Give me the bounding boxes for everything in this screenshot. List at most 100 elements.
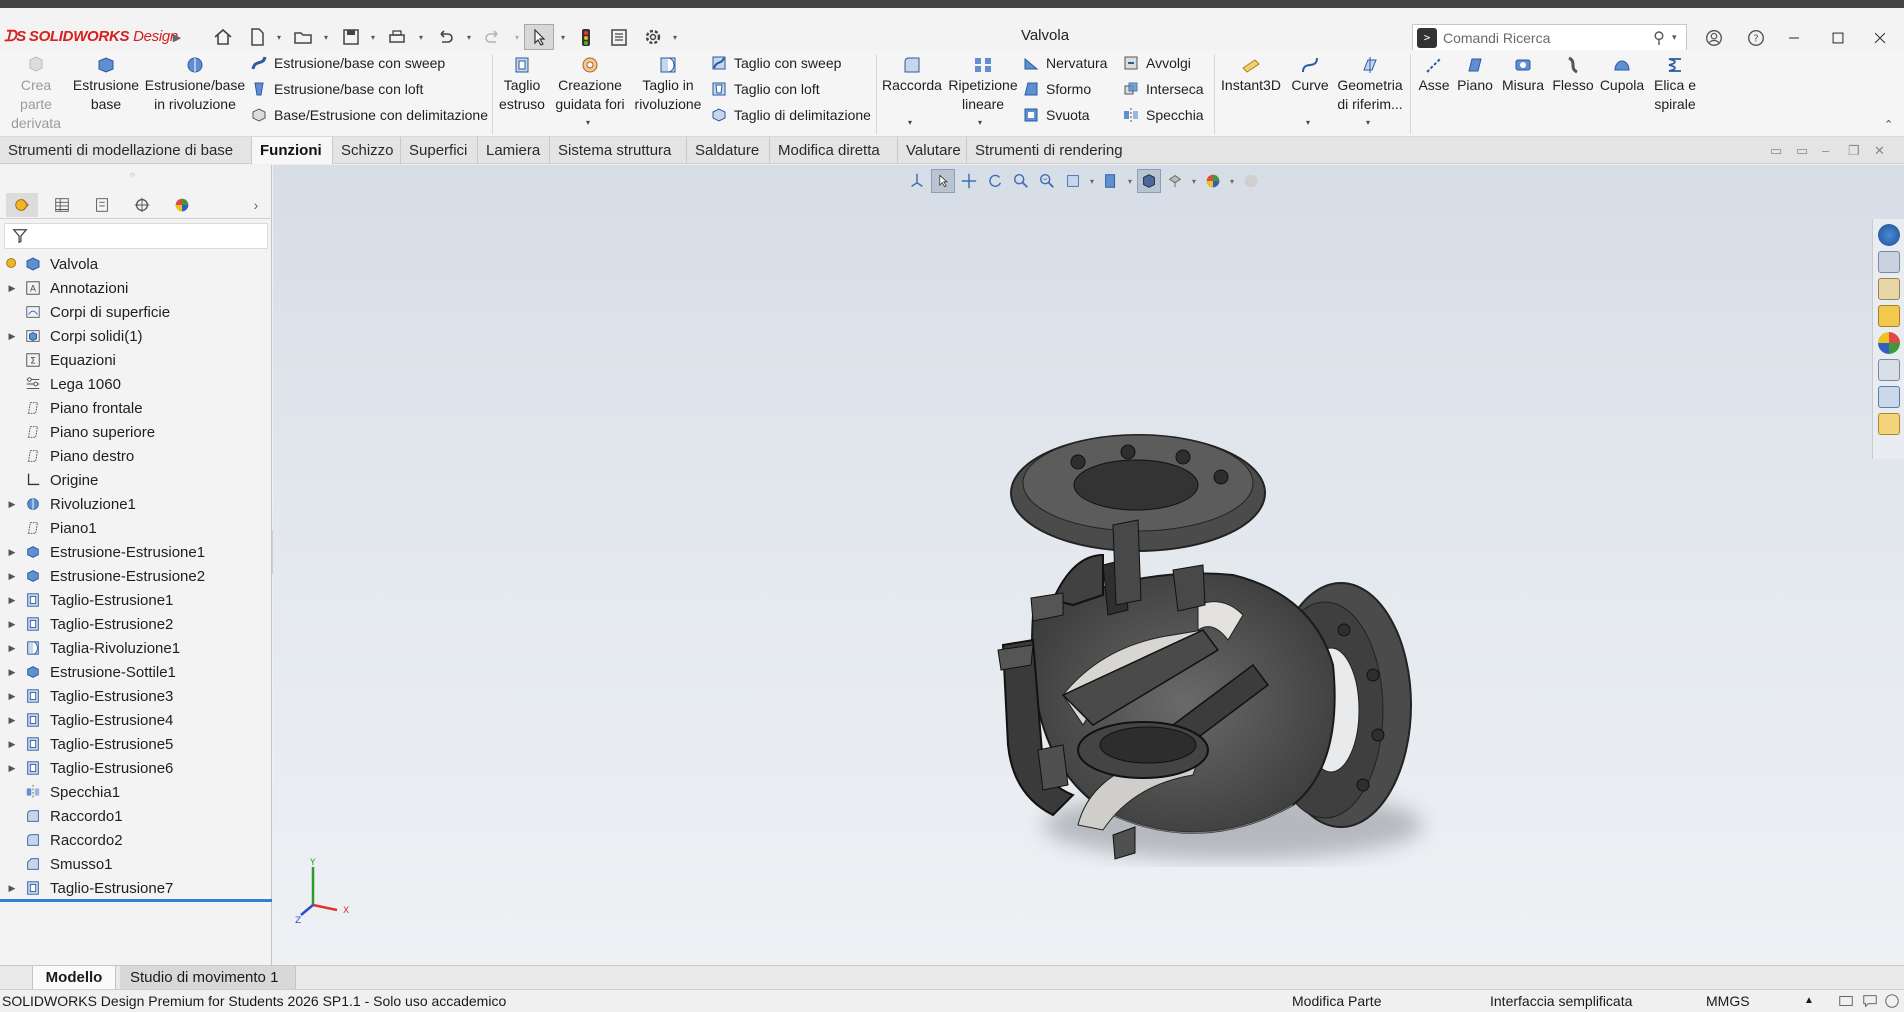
command-search[interactable]: > Comandi Ricerca ⚲ ▾ <box>1412 24 1687 51</box>
doc-minimize-icon[interactable]: – <box>1822 143 1838 159</box>
expand-chevron-icon[interactable]: ▶ <box>0 547 24 558</box>
svuota-button[interactable]: Svuota <box>1022 104 1090 126</box>
more-tabs-chevron-icon[interactable]: › <box>246 193 266 217</box>
tree-item[interactable]: ▶ Estrusione-Estrusione1 <box>0 540 272 564</box>
ripetizione-lineare-button[interactable]: Ripetizione lineare <box>946 54 1020 114</box>
curves-dropdown-icon[interactable]: ▾ <box>1306 118 1310 127</box>
taglio-loft-button[interactable]: Taglio con loft <box>710 78 820 100</box>
display-style-icon[interactable] <box>1137 169 1161 193</box>
undo-dropdown-icon[interactable]: ▾ <box>464 24 474 50</box>
options-gear-icon[interactable] <box>640 24 666 50</box>
previous-view-icon[interactable] <box>1061 169 1085 193</box>
maximize-icon[interactable] <box>1824 24 1852 52</box>
tree-item[interactable]: Lega 1060 <box>0 372 272 396</box>
reference-dropdown-icon[interactable]: ▾ <box>1366 118 1370 127</box>
help-icon[interactable]: ? <box>1742 24 1770 52</box>
tile-horizontal-icon[interactable]: ▭ <box>1770 143 1786 159</box>
redo-dropdown-icon[interactable]: ▾ <box>512 24 522 50</box>
pan-icon[interactable] <box>957 169 981 193</box>
tile-vertical-icon[interactable]: ▭ <box>1796 143 1812 159</box>
tree-item[interactable]: Piano destro <box>0 444 272 468</box>
tree-item[interactable]: Piano frontale <box>0 396 272 420</box>
status-help-icon[interactable] <box>1884 993 1900 1012</box>
tree-item[interactable]: ▶ Rivoluzione1 <box>0 492 272 516</box>
rollback-bar[interactable] <box>0 899 272 902</box>
rebuild-traffic-light-icon[interactable] <box>574 24 598 50</box>
comment-icon[interactable] <box>1862 993 1878 1012</box>
expand-chevron-icon[interactable]: ▶ <box>0 739 24 750</box>
tree-item[interactable]: ▶ Taglio-Estrusione1 <box>0 588 272 612</box>
select-dropdown-icon[interactable]: ▾ <box>558 24 568 50</box>
interface-mode-status[interactable]: Interfaccia semplificata <box>1490 993 1632 1009</box>
solidworks-labs-icon[interactable] <box>1877 413 1900 435</box>
menu-expand-icon[interactable]: ▶ <box>170 24 184 50</box>
pattern-dropdown-icon[interactable]: ▾ <box>978 118 982 127</box>
tree-item[interactable]: Valvola <box>0 252 272 276</box>
tree-item[interactable]: Specchia1 <box>0 780 272 804</box>
misura-button[interactable]: Misura <box>1500 54 1546 95</box>
tab-schizzo[interactable]: Schizzo <box>333 137 401 164</box>
feature-manager-tab-icon[interactable] <box>6 193 38 217</box>
tree-item[interactable]: ▶ Estrusione-Sottile1 <box>0 660 272 684</box>
print-dropdown-icon[interactable]: ▾ <box>416 24 426 50</box>
estrusione-loft-button[interactable]: Estrusione/base con loft <box>250 78 423 100</box>
tree-item[interactable]: Origine <box>0 468 272 492</box>
doc-close-icon[interactable]: ✕ <box>1874 143 1890 159</box>
options-dropdown-icon[interactable]: ▾ <box>670 24 680 50</box>
expand-chevron-icon[interactable]: ▶ <box>0 571 24 582</box>
taglio-rivoluzione-button[interactable]: Taglio in rivoluzione <box>630 54 706 114</box>
estrusione-sweep-button[interactable]: Estrusione/base con sweep <box>250 52 445 74</box>
expand-chevron-icon[interactable]: ▶ <box>0 283 24 294</box>
elica-spirale-button[interactable]: Elica e spirale <box>1650 54 1700 114</box>
units-dropdown-icon[interactable]: ▲ <box>1804 995 1814 1006</box>
rotate-icon[interactable] <box>983 169 1007 193</box>
tree-item[interactable]: ▶ Estrusione-Estrusione2 <box>0 564 272 588</box>
expand-chevron-icon[interactable]: ▶ <box>0 643 24 654</box>
tab-studio-movimento[interactable]: Studio di movimento 1 <box>120 966 296 990</box>
rebuild-status-icon[interactable] <box>1838 993 1854 1012</box>
save-dropdown-icon[interactable]: ▾ <box>368 24 378 50</box>
specchia-button[interactable]: Specchia <box>1122 104 1204 126</box>
tree-item[interactable]: ▶ Taglio-Estrusione4 <box>0 708 272 732</box>
piano-button[interactable]: Piano <box>1456 54 1494 95</box>
hide-show-dropdown-icon[interactable]: ▾ <box>1189 169 1199 193</box>
taglio-delimitazione-button[interactable]: Taglio di delimitazione <box>710 104 871 126</box>
section-dropdown-icon[interactable]: ▾ <box>1125 169 1135 193</box>
custom-properties-icon[interactable] <box>1877 359 1900 381</box>
tab-strumenti-modellazione[interactable]: Strumenti di modellazione di base <box>0 137 252 164</box>
undo-icon[interactable] <box>432 24 458 50</box>
tab-strumenti-rendering[interactable]: Strumenti di rendering <box>967 137 1139 164</box>
hide-show-icon[interactable] <box>1163 169 1187 193</box>
view-orientation-icon[interactable] <box>905 169 929 193</box>
new-dropdown-icon[interactable]: ▾ <box>274 24 284 50</box>
asse-button[interactable]: Asse <box>1416 54 1452 95</box>
view-dropdown-icon[interactable]: ▾ <box>1087 169 1097 193</box>
tree-item[interactable]: ▶ Taglio-Estrusione5 <box>0 732 272 756</box>
estrusione-base-button[interactable]: Estrusione base <box>72 54 140 114</box>
design-library-icon[interactable] <box>1877 251 1900 273</box>
expand-chevron-icon[interactable]: ▶ <box>0 883 24 894</box>
valve-3d-model[interactable] <box>873 365 1593 925</box>
zoom-in-icon[interactable] <box>1009 169 1033 193</box>
geometria-riferimento-button[interactable]: Geometria di riferim... <box>1336 54 1404 114</box>
tree-item[interactable]: ▶ Taglio-Estrusione2 <box>0 612 272 636</box>
taglio-sweep-button[interactable]: Taglio con sweep <box>710 52 841 74</box>
raccorda-button[interactable]: Raccorda <box>882 54 942 95</box>
home-icon[interactable] <box>210 24 236 50</box>
cupola-button[interactable]: Cupola <box>1598 54 1646 95</box>
tab-saldature[interactable]: Saldature <box>687 137 770 164</box>
base-delimitazione-button[interactable]: Base/Estrusione con delimitazione <box>250 104 488 126</box>
estrusione-rivoluzione-button[interactable]: Estrusione/base in rivoluzione <box>145 54 245 114</box>
tab-sistema-struttura[interactable]: Sistema struttura <box>550 137 687 164</box>
open-dropdown-icon[interactable]: ▾ <box>321 24 331 50</box>
expand-chevron-icon[interactable]: ▶ <box>0 619 24 630</box>
tab-superfici[interactable]: Superfici <box>401 137 478 164</box>
panel-grip-icon[interactable]: ○ <box>130 170 140 179</box>
fillet-dropdown-icon[interactable]: ▾ <box>908 118 912 127</box>
appearance-icon[interactable] <box>1201 169 1225 193</box>
property-manager-tab-icon[interactable] <box>46 193 78 217</box>
new-document-icon[interactable] <box>244 24 270 50</box>
tree-item[interactable]: ▶ Taglio-Estrusione7 <box>0 876 272 900</box>
taglio-estruso-button[interactable]: Taglio estruso <box>498 54 546 114</box>
creazione-fori-button[interactable]: Creazione guidata fori <box>552 54 628 114</box>
